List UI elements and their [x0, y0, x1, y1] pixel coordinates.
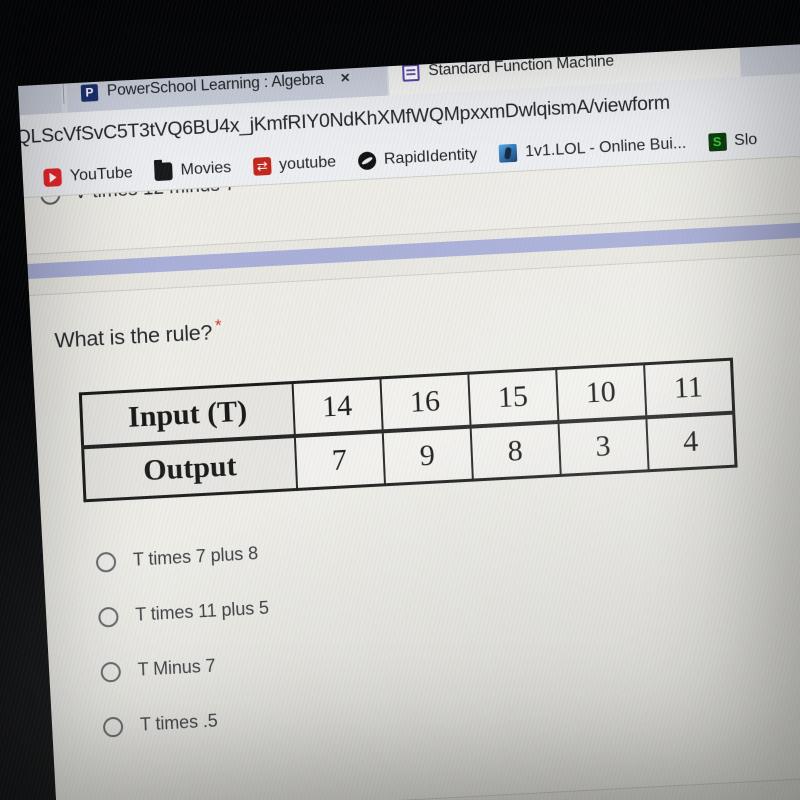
google-forms-icon — [402, 63, 420, 82]
bookmark-youtube[interactable]: YouTube — [43, 163, 134, 187]
question-card: 1 po What is the rule?* Input (T) 14 16 … — [21, 253, 800, 800]
output-row-label: Output — [82, 436, 297, 501]
bookmark-help-label: k Help — [0, 169, 23, 189]
question-text: What is the rule? — [54, 320, 213, 353]
answer-options: T times 7 plus 8 T times 11 plus 5 T Min… — [95, 515, 797, 738]
option-1[interactable]: T times 7 plus 8 — [95, 515, 790, 573]
bookmark-movies-label: Movies — [180, 158, 232, 179]
globe-icon — [357, 150, 377, 170]
radio-icon[interactable] — [98, 606, 119, 628]
output-cell-4: 3 — [557, 417, 649, 476]
input-cell-5: 11 — [643, 359, 734, 418]
tab-drive-close-icon[interactable]: × — [1, 88, 11, 105]
tab-powerschool-close-icon[interactable]: × — [340, 70, 350, 87]
option-1-label: T times 7 plus 8 — [132, 543, 259, 570]
output-cell-2: 9 — [382, 426, 473, 485]
radio-icon[interactable] — [95, 551, 117, 573]
option-3[interactable]: T Minus 7 — [100, 625, 794, 683]
bookmark-movies[interactable]: Movies — [154, 158, 232, 181]
radio-icon[interactable] — [100, 661, 122, 683]
input-cell-2: 16 — [379, 373, 471, 432]
output-cell-5: 4 — [645, 412, 737, 471]
output-cell-1: 7 — [294, 431, 385, 490]
bookmark-help[interactable]: k Help — [0, 170, 22, 190]
green-s-icon — [707, 132, 727, 152]
powerschool-icon — [80, 83, 99, 102]
input-cell-3: 15 — [467, 368, 558, 427]
tab-separator — [62, 82, 65, 104]
tab-standard-function-machine-title: Standard Function Machine — [427, 52, 615, 80]
bookmark-1v1lol-label: 1v1.LOL - Online Bui... — [524, 134, 687, 160]
bookmark-youtube-label: YouTube — [69, 163, 134, 185]
question-title: What is the rule? * — [54, 286, 780, 354]
browser-window: Drive × PowerSchool Learning : Algebra ×… — [0, 25, 800, 800]
output-cell-3: 8 — [470, 422, 561, 481]
option-2[interactable]: T times 11 plus 5 — [98, 570, 792, 628]
youtube-icon — [43, 167, 63, 187]
folder-icon — [154, 161, 174, 181]
input-cell-4: 10 — [555, 364, 646, 423]
function-table: Input (T) 14 16 15 10 11 Output 7 9 8 3 … — [78, 357, 738, 503]
option-2-label: T times 11 plus 5 — [134, 597, 270, 625]
photo-of-screen: Drive × PowerSchool Learning : Algebra ×… — [0, 0, 800, 800]
radio-icon[interactable] — [102, 716, 124, 738]
bookmark-1v1lol[interactable]: 1v1.LOL - Online Bui... — [498, 134, 687, 163]
input-cell-1: 14 — [292, 378, 383, 437]
required-asterisk: * — [214, 315, 222, 336]
tab-powerschool-title: PowerSchool Learning : Algebra — [106, 70, 324, 100]
bookmark-rapididentity[interactable]: RapidIdentity — [357, 145, 478, 170]
option-4[interactable]: T times .5 — [102, 680, 797, 738]
bookmark-youtube-alt-label: youtube — [278, 152, 337, 173]
function-table-image: Input (T) 14 16 15 10 11 Output 7 9 8 3 … — [78, 357, 738, 503]
option-4-label: T times .5 — [139, 710, 219, 735]
bookmark-slo-label: Slo — [733, 130, 758, 149]
swap-arrows-icon — [252, 156, 272, 176]
game-character-icon — [498, 143, 518, 163]
option-3-label: T Minus 7 — [137, 655, 216, 680]
bookmark-rapididentity-label: RapidIdentity — [383, 145, 478, 168]
bookmark-slo[interactable]: Slo — [707, 130, 758, 152]
bookmark-youtube-alt[interactable]: youtube — [252, 152, 337, 176]
google-form-page: V times 12 minus 7 1 po What is the rule… — [0, 153, 800, 800]
